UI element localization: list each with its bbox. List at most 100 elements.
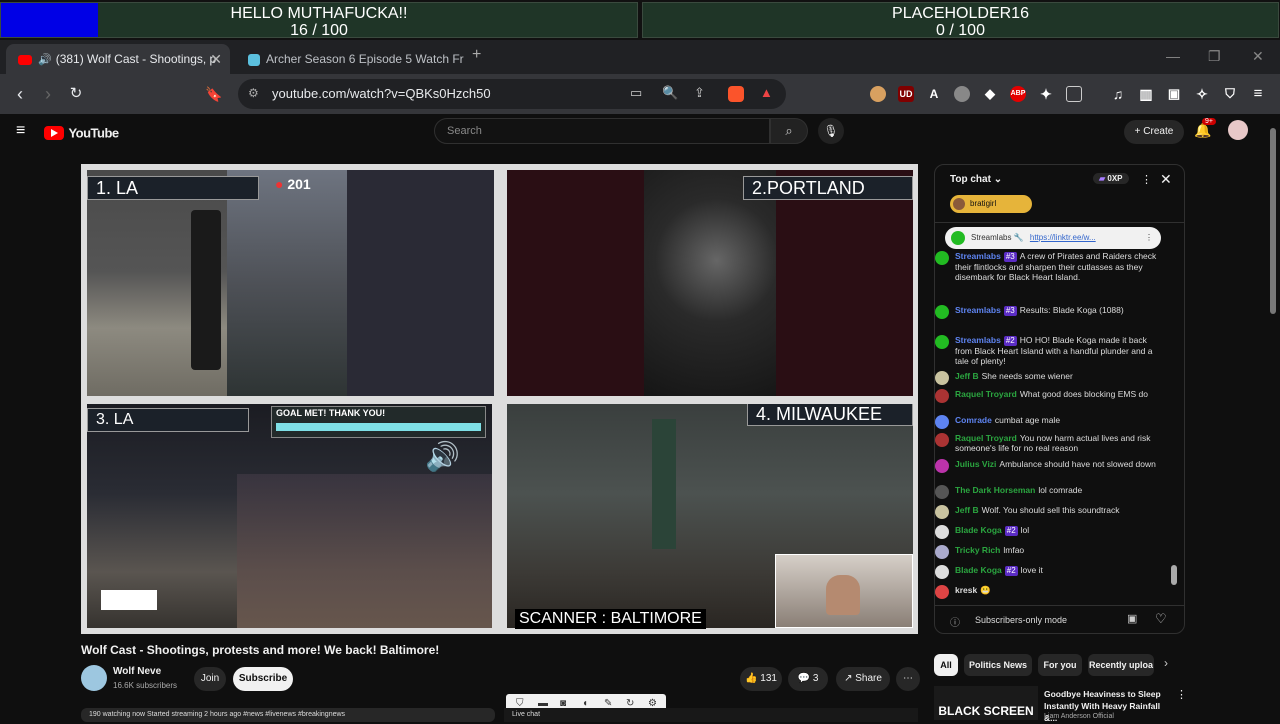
wallet-icon[interactable]: ▣ <box>1166 86 1182 102</box>
chat-message[interactable]: Comrade cumbat age male <box>935 415 1165 429</box>
chips-next-icon[interactable]: › <box>1164 656 1168 670</box>
new-tab-button[interactable]: + <box>472 46 481 64</box>
top-chat-dropdown[interactable]: Top chat ⌄ <box>950 174 1002 185</box>
extensions-icon[interactable]: ✦ <box>1038 86 1054 102</box>
restore-button[interactable]: ❐ <box>1208 48 1221 65</box>
minimize-button[interactable]: — <box>1166 48 1180 64</box>
extension-1-icon[interactable] <box>870 86 886 102</box>
channel-avatar[interactable] <box>81 665 107 691</box>
back-icon[interactable]: ‹ <box>8 82 32 106</box>
chip-recently-uploaded[interactable]: Recently uploa <box>1088 654 1154 676</box>
close-window-button[interactable]: ✕ <box>1252 48 1264 65</box>
tab-wolf-cast[interactable]: 🔊 (381) Wolf Cast - Shootings, p ✕ <box>6 44 230 74</box>
quadrant-4: 4. MILWAUKEE <box>507 404 913 628</box>
page-scrollbar-thumb[interactable] <box>1270 128 1276 314</box>
comments-button[interactable]: 💬 3 <box>788 667 828 691</box>
extension-a-icon[interactable]: A <box>926 86 942 102</box>
chat-message[interactable]: The Dark Horseman lol comrade <box>935 485 1165 499</box>
leo-ai-icon[interactable]: ✧ <box>1194 86 1210 102</box>
close-tab-icon[interactable]: ✕ <box>210 44 222 74</box>
recommendation-thumbnail[interactable]: BLACK SCREEN <box>934 686 1038 720</box>
chat-author[interactable]: Jeff B <box>955 371 979 381</box>
voice-search-icon[interactable]: 🎙 <box>818 118 844 144</box>
chat-author[interactable]: Streamlabs <box>955 305 1001 315</box>
tab-archer[interactable]: Archer Season 6 Episode 5 Watch Fre <box>236 44 464 74</box>
chat-author[interactable]: Blade Koga <box>955 525 1002 535</box>
join-button[interactable]: Join <box>194 667 226 691</box>
search-input[interactable]: Search <box>434 118 770 144</box>
chat-message[interactable]: Tricky Rich lmfao <box>935 545 1165 559</box>
chat-author[interactable]: Raquel Troyard <box>955 389 1017 399</box>
extension-3-icon[interactable]: ◆ <box>982 86 998 102</box>
share-page-icon[interactable]: ⇪ <box>694 85 705 101</box>
goal-bar-1: HELLO MUTHAFUCKA!! 16 / 100 <box>0 2 638 39</box>
reload-icon[interactable]: ↻ <box>64 82 88 106</box>
chat-author[interactable]: Tricky Rich <box>955 545 1000 555</box>
pinned-author: Streamlabs <box>971 233 1012 242</box>
heart-icon[interactable]: ♡ <box>1155 611 1167 627</box>
create-button[interactable]: + Create <box>1124 120 1184 144</box>
points-badge[interactable]: ▰ 0XP <box>1093 173 1129 184</box>
search-button[interactable]: ⌕ <box>770 118 808 144</box>
vpn-icon[interactable]: ⛉ <box>1222 86 1238 102</box>
extension-2-icon[interactable] <box>954 86 970 102</box>
avatar[interactable] <box>1228 120 1248 140</box>
channel-name[interactable]: Wolf Neve <box>113 666 161 677</box>
zoom-icon[interactable]: 🔍 <box>662 85 678 101</box>
bookmark-icon[interactable]: 🔖 <box>202 82 226 106</box>
chat-message[interactable]: Jeff B Wolf. You should sell this soundtr… <box>935 505 1165 519</box>
ublock-icon[interactable]: UD <box>898 86 914 102</box>
chat-author[interactable]: Comrade <box>955 415 992 425</box>
screenshot-icon[interactable] <box>1066 86 1082 102</box>
forward-icon[interactable]: › <box>36 82 60 106</box>
share-button[interactable]: ↗ Share <box>836 667 890 691</box>
chat-author[interactable]: Julius Vizi <box>955 459 996 469</box>
chat-message[interactable]: Blade Koga #2 lol <box>935 525 1165 539</box>
chat-message[interactable]: Streamlabs #3 Results: Blade Koga (1088) <box>935 305 1165 319</box>
chat-message[interactable]: Streamlabs #2 HO HO! Blade Koga made it ba… <box>935 335 1165 366</box>
cast-icon[interactable]: ▭ <box>630 85 642 101</box>
pinned-supporter-chip[interactable]: bratigirl <box>950 195 1032 213</box>
chat-scrollbar[interactable] <box>1171 229 1177 589</box>
video-player[interactable]: 1. LA ● 201 2.PORTLAND 3. LA GOAL MET! T… <box>81 164 918 634</box>
chat-message[interactable]: kresk 😬 <box>935 585 1165 599</box>
live-viewers-icon: ● <box>275 176 288 192</box>
chat-author[interactable]: The Dark Horseman <box>955 485 1035 495</box>
pinned-message[interactable]: Streamlabs 🔧 https://linktr.ee/w... ⋮ <box>945 227 1161 249</box>
chat-message[interactable]: Raquel Troyard You now harm actual lives … <box>935 433 1165 453</box>
like-button[interactable]: 👍 131 <box>740 667 782 691</box>
brave-shield-icon[interactable] <box>728 86 744 102</box>
adblock-plus-icon[interactable]: ABP <box>1010 86 1026 102</box>
chat-author[interactable]: Raquel Troyard <box>955 433 1017 443</box>
chat-author[interactable]: Streamlabs <box>955 251 1001 261</box>
chat-author[interactable]: Streamlabs <box>955 335 1001 345</box>
chat-message[interactable]: Streamlabs #3 A crew of Pirates and Raider… <box>935 251 1165 282</box>
media-icon[interactable]: ♫ <box>1110 86 1126 102</box>
site-info-icon[interactable]: ⚙ <box>248 86 259 100</box>
chat-author[interactable]: Blade Koga <box>955 565 1002 575</box>
recommendation-options-icon[interactable]: ⋮ <box>1176 688 1187 701</box>
youtube-logo[interactable]: YouTube <box>44 124 119 142</box>
chat-message[interactable]: Julius Vizi Ambulance should have not slo… <box>935 459 1165 473</box>
chip-politics-news[interactable]: Politics News <box>964 654 1032 676</box>
brave-rewards-icon[interactable]: ▲ <box>760 85 773 100</box>
chip-all[interactable]: All <box>934 654 958 676</box>
browser-menu-icon[interactable]: ≡ <box>1250 86 1266 102</box>
address-bar[interactable]: ⚙ youtube.com/watch?v=QBKs0Hzch50 ▭ 🔍 ⇪ … <box>238 79 786 109</box>
chip-for-you[interactable]: For you <box>1038 654 1082 676</box>
pinned-options-icon[interactable]: ⋮ <box>1145 227 1153 249</box>
subscribe-button[interactable]: Subscribe <box>233 667 293 691</box>
menu-icon[interactable]: ≡ <box>16 122 25 140</box>
more-actions-icon[interactable]: ⋯ <box>896 667 920 691</box>
sidebar-icon[interactable]: ▥ <box>1138 86 1154 102</box>
chat-message[interactable]: Raquel Troyard What good does blocking EM… <box>935 389 1165 403</box>
close-chat-icon[interactable]: ✕ <box>1160 171 1172 188</box>
chat-scrollbar-thumb[interactable] <box>1171 565 1177 585</box>
chat-options-icon[interactable]: ⋮ <box>1141 173 1152 186</box>
chat-message[interactable]: Jeff B She needs some wiener <box>935 371 1165 385</box>
emoji-icon[interactable]: ▣ <box>1127 612 1137 625</box>
chat-author[interactable]: Jeff B <box>955 505 979 515</box>
chat-author[interactable]: kresk <box>955 585 977 595</box>
chat-message[interactable]: Blade Koga #2 love it <box>935 565 1165 579</box>
pinned-link[interactable]: https://linktr.ee/w... <box>1030 233 1096 242</box>
